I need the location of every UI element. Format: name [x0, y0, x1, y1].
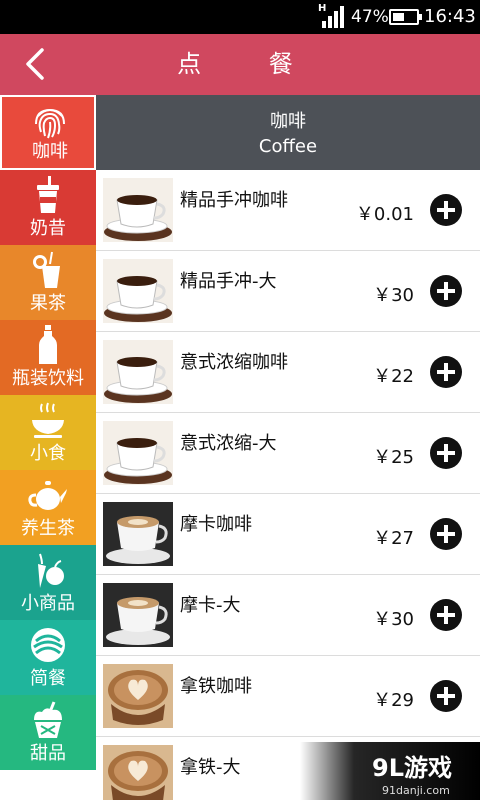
product-name: 精品手冲咖啡: [180, 190, 288, 211]
svg-text:91danji.com: 91danji.com: [382, 784, 450, 797]
section-header: 咖啡 Coffee: [96, 95, 480, 170]
category-milkshake[interactable]: 奶昔: [0, 170, 96, 245]
category-label: 养生茶: [21, 518, 75, 539]
product-name: 摩卡咖啡: [180, 514, 252, 535]
product-price: ￥30: [373, 285, 414, 306]
category-dessert[interactable]: 甜品: [0, 695, 96, 770]
meal-icon: [31, 628, 65, 662]
category-coffee[interactable]: 咖啡: [0, 95, 96, 170]
back-chevron-icon[interactable]: [18, 44, 58, 84]
page-title: 点 餐: [177, 50, 323, 78]
product-name: 意式浓缩-大: [180, 433, 277, 454]
svg-text:9L游戏: 9L游戏: [372, 754, 452, 782]
mocha-thumbnail: [103, 583, 173, 647]
fingerprint-icon: [35, 108, 65, 139]
product-row[interactable]: 精品手冲咖啡 ￥0.01: [96, 170, 480, 251]
category-label: 小食: [30, 443, 66, 464]
category-label: 瓶装饮料: [12, 368, 84, 389]
product-price: ￥25: [373, 447, 414, 468]
add-circle-icon[interactable]: [430, 599, 462, 631]
dessert-icon: [34, 701, 62, 738]
category-health-tea[interactable]: 养生茶: [0, 470, 96, 545]
product-price: ￥30: [373, 609, 414, 630]
latte-thumbnail: [103, 664, 173, 728]
category-small-goods[interactable]: 小商品: [0, 545, 96, 620]
battery-percent: 47%: [351, 7, 389, 27]
snack-icon: [32, 402, 64, 438]
category-label: 甜品: [30, 743, 66, 764]
section-title-en: Coffee: [258, 136, 318, 157]
black-coffee-thumbnail: [103, 340, 173, 404]
latte-thumbnail: [103, 745, 173, 800]
category-light-meal[interactable]: 简餐: [0, 620, 96, 695]
black-coffee-thumbnail: [103, 421, 173, 485]
category-label: 小商品: [21, 593, 75, 614]
watermark-logo: 9L游戏 91danji.com: [372, 754, 452, 797]
category-snacks[interactable]: 小食: [0, 395, 96, 470]
product-row[interactable]: 意式浓缩咖啡 ￥22: [96, 332, 480, 413]
product-name: 拿铁-大: [180, 757, 241, 778]
product-row[interactable]: 摩卡-大 ￥30: [96, 575, 480, 656]
mocha-thumbnail: [103, 502, 173, 566]
product-row[interactable]: 意式浓缩-大 ￥25: [96, 413, 480, 494]
add-circle-icon[interactable]: [430, 437, 462, 469]
product-name: 意式浓缩咖啡: [180, 352, 288, 373]
teapot-icon: [28, 481, 67, 510]
add-circle-icon[interactable]: [430, 275, 462, 307]
category-label: 简餐: [30, 668, 66, 689]
product-row[interactable]: 摩卡咖啡 ￥27: [96, 494, 480, 575]
black-coffee-thumbnail: [103, 259, 173, 323]
status-bar: H 47% 16:43: [0, 0, 480, 34]
product-row[interactable]: 精品手冲-大 ￥30: [96, 251, 480, 332]
clock: 16:43: [424, 6, 476, 27]
category-sidebar: 咖啡 奶昔 果茶 瓶装饮料 小食 养生茶 小商品 简餐 甜品: [0, 95, 96, 770]
product-list[interactable]: 精品手冲咖啡 ￥0.01 精品手冲-大 ￥30 意式浓缩咖啡 ￥22 意式浓缩-…: [96, 170, 480, 800]
add-circle-icon[interactable]: [430, 680, 462, 712]
product-name: 精品手冲-大: [180, 271, 277, 292]
product-price: ￥0.01: [355, 204, 414, 225]
category-fruit-tea[interactable]: 果茶: [0, 245, 96, 320]
add-circle-icon[interactable]: [430, 356, 462, 388]
category-bottled-drinks[interactable]: 瓶装饮料: [0, 320, 96, 395]
cup-icon: [37, 176, 59, 213]
signal-icon: [322, 6, 344, 28]
produce-icon: [38, 553, 64, 588]
watermark: 9L游戏 91danji.com: [300, 742, 480, 800]
product-row[interactable]: 拿铁咖啡 ￥29: [96, 656, 480, 737]
title-bar: 点 餐: [0, 34, 480, 95]
category-label: 奶昔: [30, 218, 66, 239]
product-name: 摩卡-大: [180, 595, 241, 616]
section-title-cn: 咖啡: [270, 111, 306, 132]
bottle-icon: [39, 325, 57, 364]
product-price: ￥29: [373, 690, 414, 711]
add-circle-icon[interactable]: [430, 518, 462, 550]
category-label: 咖啡: [32, 141, 68, 162]
product-price: ￥27: [373, 528, 414, 549]
battery-icon: [389, 9, 422, 25]
add-circle-icon[interactable]: [430, 194, 462, 226]
juice-icon: [33, 251, 60, 288]
product-price: ￥22: [373, 366, 414, 387]
black-coffee-thumbnail: [103, 178, 173, 242]
product-name: 拿铁咖啡: [180, 676, 252, 697]
category-label: 果茶: [30, 293, 66, 314]
